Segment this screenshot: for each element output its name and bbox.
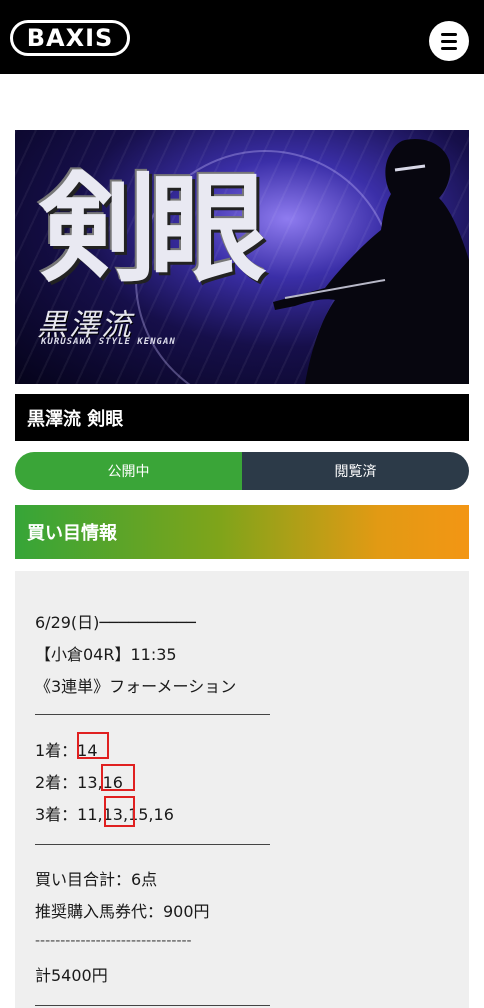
race-line: 【小倉04R】11:35 — [35, 645, 177, 664]
total-cost-line: 計5400円 — [35, 966, 108, 985]
status-published: 公開中 — [15, 452, 242, 490]
bet-info-panel: 6/29(日)────────── 【小倉04R】11:35 《3連単》フォーメ… — [15, 571, 469, 1008]
date-line: 6/29(日)────────── — [35, 609, 196, 633]
dash-divider: ------------------------------- — [35, 933, 192, 949]
hamburger-menu-icon[interactable] — [429, 21, 469, 61]
menu-bar — [441, 46, 457, 50]
status-bar: 公開中 閲覧済 — [15, 452, 469, 490]
hero-banner: 剣眼 黒澤流 KURUSAWA STYLE KENGAN — [15, 130, 469, 384]
recommended-line: 推奨購入馬券代：900円 — [35, 902, 210, 921]
samurai-silhouette — [273, 138, 469, 384]
section-heading: 買い目情報 — [15, 505, 469, 559]
highlight-box — [101, 764, 135, 791]
highlight-box — [77, 732, 109, 759]
divider — [35, 714, 270, 715]
status-viewed: 閲覧済 — [242, 452, 469, 490]
banner-big-text: 剣眼 — [39, 159, 267, 298]
total-points-line: 買い目合計：6点 — [35, 870, 158, 889]
highlight-box — [104, 796, 135, 827]
bet-type-line: 《3連単》フォーメーション — [35, 677, 237, 696]
banner-english-text: KURUSAWA STYLE KENGAN — [41, 337, 176, 347]
site-header: BAXIS — [0, 0, 484, 74]
date-text: 6/29(日) — [35, 613, 100, 632]
menu-bar — [441, 39, 457, 43]
menu-bar — [441, 32, 457, 36]
date-rule: ────────── — [99, 613, 196, 632]
divider — [35, 844, 270, 845]
baxis-logo[interactable]: BAXIS — [10, 20, 130, 56]
post-title: 黒澤流 剣眼 — [15, 394, 469, 441]
divider — [35, 1005, 270, 1006]
